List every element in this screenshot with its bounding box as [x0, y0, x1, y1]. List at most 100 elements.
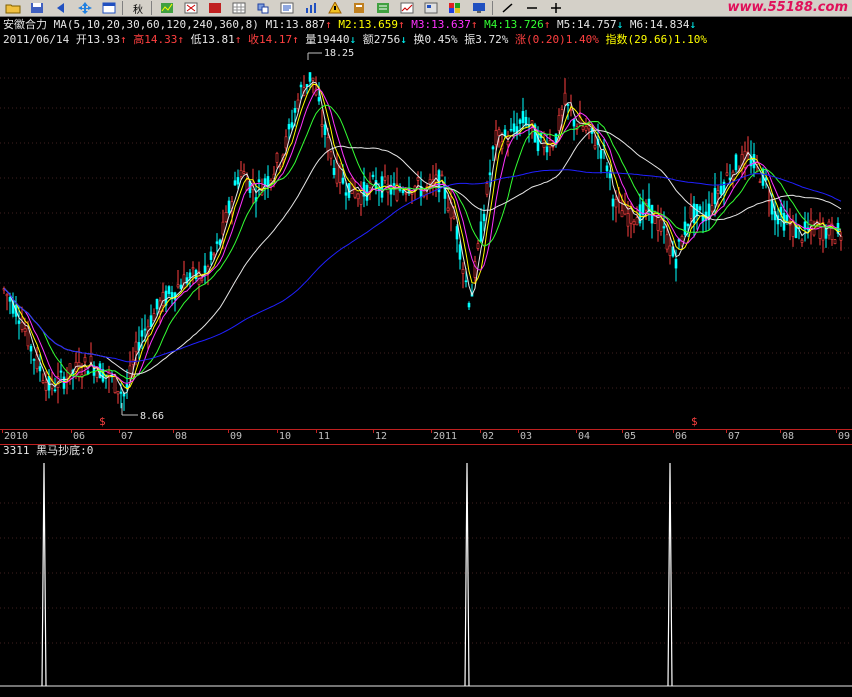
down-arrow-icon: ↓: [689, 18, 697, 31]
stock-name: 安徽合力: [3, 18, 47, 31]
x-axis-tick: [726, 430, 727, 433]
info-icon[interactable]: [276, 1, 298, 15]
table-icon[interactable]: [420, 1, 442, 15]
candle-body: [134, 341, 138, 353]
folder-icon[interactable]: [2, 1, 24, 15]
candle-body: [149, 315, 153, 328]
bars-icon[interactable]: [300, 1, 322, 15]
signal-marker: $: [691, 415, 698, 428]
quote-amplitude: 振3.72%: [464, 33, 509, 46]
candle-body: [656, 216, 660, 231]
draw-icon[interactable]: [497, 1, 519, 15]
prev-icon[interactable]: [50, 1, 72, 15]
candle-body: [662, 226, 666, 229]
candle-body: [512, 123, 516, 132]
pick-icon[interactable]: [252, 1, 274, 15]
indicator-grid: [0, 502, 852, 644]
quote-change: 涨(0.20)1.40%: [514, 33, 599, 46]
candle-body: [416, 177, 420, 181]
ma-lines: [3, 81, 842, 395]
candle-body: [734, 154, 738, 171]
candle-body: [359, 192, 363, 205]
candle-body: [626, 213, 630, 227]
chart-grid: [0, 77, 852, 389]
move-icon[interactable]: [74, 1, 96, 15]
candle-body: [833, 239, 837, 244]
candle-body: [542, 139, 546, 148]
candle-body: [398, 189, 402, 191]
monitor-icon[interactable]: [468, 1, 490, 15]
candle-body: [800, 239, 804, 243]
save-icon[interactable]: [26, 1, 48, 15]
candle-body: [311, 77, 315, 81]
candle-body: [563, 92, 567, 105]
candle-body: [320, 124, 324, 127]
chart-icon[interactable]: [156, 1, 178, 15]
x-axis-label: 12: [375, 431, 388, 442]
candle-body: [491, 146, 495, 150]
grid-icon[interactable]: [228, 1, 250, 15]
quote-low: 低13.81: [190, 33, 235, 46]
candle-body: [215, 241, 219, 244]
candle-body: [155, 298, 159, 310]
ma-line: [3, 104, 842, 380]
price-chart[interactable]: 18.25 8.66 $ $: [0, 48, 852, 429]
indicator-title: 3311 黑马抄底:0: [3, 444, 94, 457]
plus-icon[interactable]: [545, 1, 567, 15]
candle-body: [707, 203, 711, 218]
x-axis-label: 2010: [4, 431, 29, 442]
x-axis-tick: [576, 430, 577, 433]
window-icon[interactable]: [98, 1, 120, 15]
candle-body: [200, 278, 204, 281]
candle-body: [239, 169, 243, 177]
candle-body: [44, 382, 48, 391]
candle-body: [497, 129, 501, 136]
candle-body: [293, 108, 297, 113]
color-icon[interactable]: [444, 1, 466, 15]
x-axis-tick: [277, 430, 278, 433]
warn-icon[interactable]: [324, 1, 346, 15]
candle-body: [614, 199, 618, 208]
candle-body: [140, 330, 144, 337]
toolbar: 秋 www.55188.com: [0, 0, 852, 17]
candle-body: [170, 292, 174, 298]
period-button[interactable]: 秋: [127, 1, 149, 16]
candle-body: [467, 302, 471, 308]
candle-body: [143, 328, 147, 331]
indicator-chart[interactable]: [0, 458, 852, 697]
candle-body: [461, 269, 465, 274]
x-axis-tick: [431, 430, 432, 433]
high-label: 18.25: [324, 48, 354, 59]
candle-body: [839, 236, 843, 241]
candle-body: [338, 166, 342, 183]
candle-body: [506, 141, 510, 146]
ma-line: [3, 81, 842, 395]
quote-close: 收14.17: [247, 33, 293, 46]
x-axis-label: 07: [121, 431, 134, 442]
candles: [2, 72, 843, 411]
cross-icon[interactable]: [180, 1, 202, 15]
candle-body: [440, 174, 444, 177]
tool-icon[interactable]: [204, 1, 226, 15]
candle-body: [131, 359, 135, 365]
stock-icon[interactable]: [396, 1, 418, 15]
quote-amount: 额2756: [362, 33, 401, 46]
x-axis-label: 08: [175, 431, 188, 442]
candle-body: [224, 212, 228, 222]
sheet-icon[interactable]: [372, 1, 394, 15]
minus-icon[interactable]: [521, 1, 543, 15]
site-logo[interactable]: www.55188.com: [728, 0, 849, 16]
up-arrow-icon: ↑: [325, 18, 332, 31]
book-icon[interactable]: [348, 1, 370, 15]
candle-body: [716, 190, 720, 194]
ma-values: M1:13.887↑ M2:13.659↑ M3:13.637↑ M4:13.7…: [266, 18, 697, 31]
x-axis-label: 08: [782, 431, 795, 442]
candle-body: [38, 366, 42, 372]
candle-body: [635, 217, 639, 226]
candle-body: [332, 167, 336, 175]
x-axis-label: 2011: [433, 431, 458, 442]
candle-body: [455, 226, 459, 240]
x-axis-label: 07: [728, 431, 741, 442]
candle-body: [521, 111, 525, 124]
x-axis-label: 09: [838, 431, 851, 442]
